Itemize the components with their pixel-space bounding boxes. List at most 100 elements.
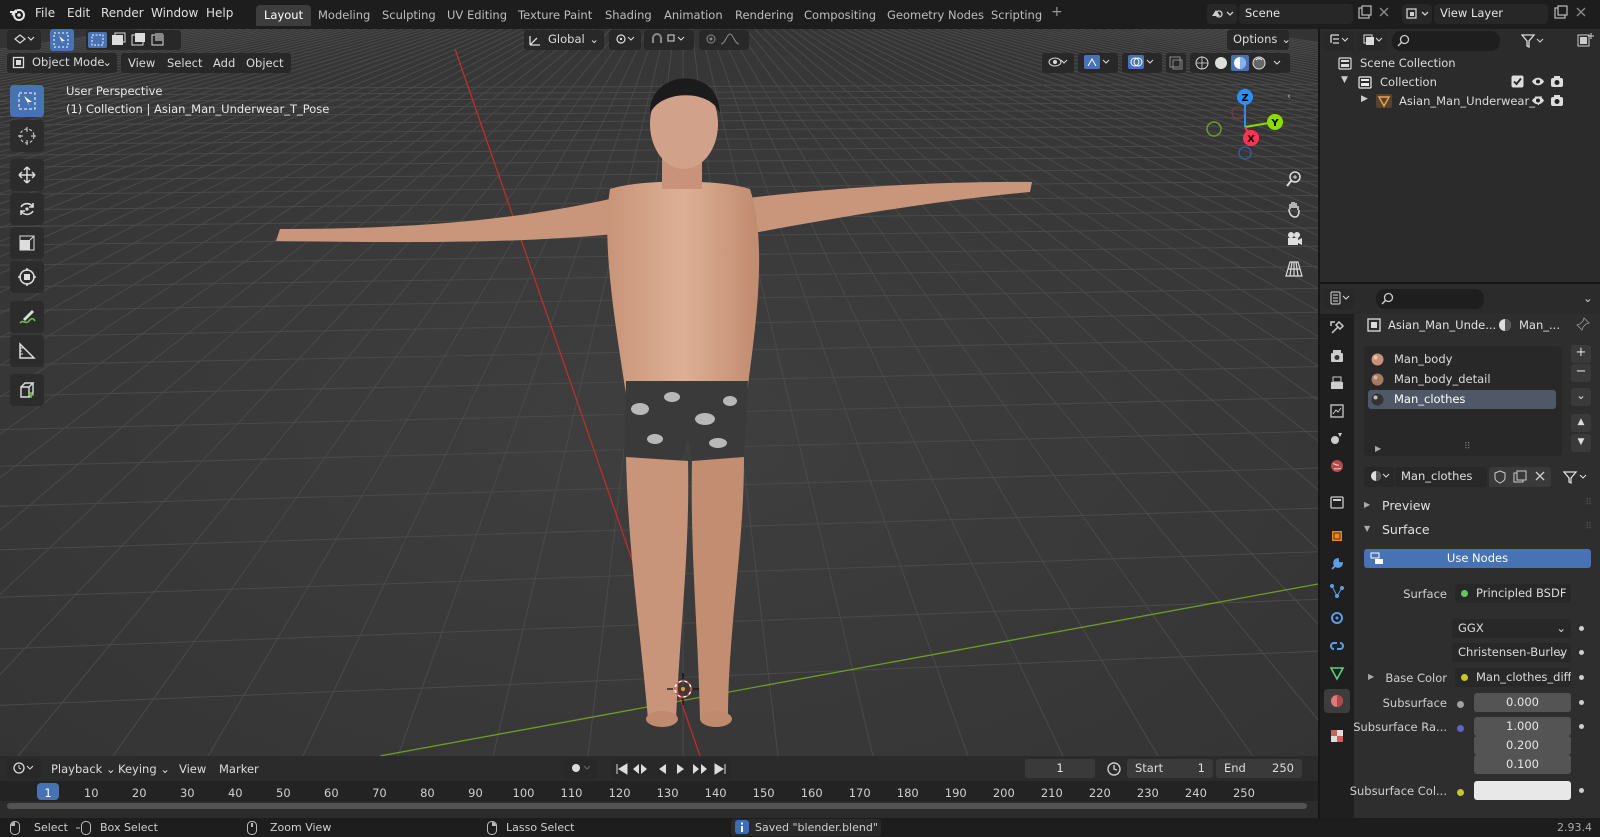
blender-logo-icon[interactable] xyxy=(9,6,27,22)
pin-icon[interactable] xyxy=(1576,317,1590,331)
keyframe-dot[interactable] xyxy=(1579,788,1584,793)
proportional-edit-dropdown[interactable] xyxy=(699,30,749,50)
material-slot-row[interactable]: Man_body xyxy=(1368,350,1556,369)
tab-shading[interactable]: Shading xyxy=(597,5,660,26)
pan-view-icon[interactable] xyxy=(1281,196,1307,222)
scene-name-field[interactable]: Scene xyxy=(1239,4,1353,24)
cursor-tool[interactable] xyxy=(10,120,44,152)
outliner-collection-row[interactable]: ▼ Collection xyxy=(1320,72,1600,92)
tool-tab-icon[interactable] xyxy=(1324,316,1350,340)
drag-handle-icon[interactable]: ⠿ xyxy=(1585,522,1592,532)
playback-controls[interactable] xyxy=(611,759,731,779)
new-collection-icon[interactable] xyxy=(1577,32,1595,48)
properties-editor-type-button[interactable] xyxy=(1324,289,1354,309)
material-slot-row[interactable]: Man_body_detail xyxy=(1368,370,1556,389)
object-tab-icon[interactable] xyxy=(1324,524,1350,548)
auto-keying-toggle[interactable] xyxy=(564,759,598,779)
menu-playback[interactable]: Playback ⌄ xyxy=(51,762,116,776)
view-layer-name-field[interactable]: View Layer xyxy=(1434,4,1548,24)
options-dropdown[interactable]: Options ⌄ xyxy=(1227,30,1291,50)
zoom-view-icon[interactable] xyxy=(1281,166,1307,192)
menu-edit[interactable]: Edit xyxy=(67,6,90,20)
collection-tab-icon[interactable] xyxy=(1324,490,1350,514)
material-tab-icon[interactable] xyxy=(1324,689,1350,713)
camera-render-icon[interactable] xyxy=(1550,75,1564,88)
base-color-field[interactable]: Man_clothes_diffus... xyxy=(1455,668,1571,687)
tab-rendering[interactable]: Rendering xyxy=(727,5,802,26)
tab-texture-paint[interactable]: Texture Paint xyxy=(510,5,600,26)
menu-marker[interactable]: Marker xyxy=(219,762,259,776)
navigation-gizmo[interactable]: Z Y X xyxy=(1200,87,1290,167)
duplicate-material-icon[interactable] xyxy=(1513,470,1527,484)
overlays-toggle[interactable] xyxy=(1122,53,1162,73)
3d-viewport[interactable]: Global ⌄ Options ⌄ Object Mode ⌄ View Sel… xyxy=(0,29,1318,756)
annotate-tool[interactable] xyxy=(10,301,44,333)
keyframe-dot[interactable] xyxy=(1579,700,1584,705)
menu-window[interactable]: Window xyxy=(151,6,198,20)
scene-tab-icon[interactable] xyxy=(1324,426,1350,450)
surface-shader-field[interactable]: Principled BSDF xyxy=(1455,584,1571,603)
measure-tool[interactable] xyxy=(10,335,44,367)
particles-tab-icon[interactable] xyxy=(1324,579,1350,603)
output-tab-icon[interactable] xyxy=(1324,371,1350,395)
menu-add[interactable]: Add xyxy=(213,56,235,70)
menu-timeline-view[interactable]: View xyxy=(179,762,206,776)
new-scene-icon[interactable] xyxy=(1357,5,1373,21)
visibility-dropdown[interactable] xyxy=(1042,53,1074,73)
shading-modes[interactable] xyxy=(1190,53,1290,73)
transform-tool[interactable] xyxy=(10,261,44,293)
tab-layout[interactable]: Layout xyxy=(256,5,312,26)
checkbox-icon[interactable] xyxy=(1511,75,1524,88)
transform-orientation-dropdown[interactable]: Global ⌄ xyxy=(524,30,604,50)
expand-arrow-icon[interactable]: ▼ xyxy=(1341,75,1348,85)
move-tool[interactable] xyxy=(10,159,44,191)
current-frame-field[interactable]: 1 xyxy=(1025,759,1095,778)
mode-dropdown[interactable]: Object Mode ⌄ xyxy=(7,53,117,73)
tab-modeling[interactable]: Modeling xyxy=(310,5,378,26)
keyframe-dot[interactable] xyxy=(1579,724,1584,729)
scale-tool[interactable] xyxy=(10,227,44,259)
collapse-sidebar-icon[interactable]: ‹ xyxy=(1287,91,1291,102)
constraints-tab-icon[interactable] xyxy=(1324,634,1350,658)
drag-handle-icon[interactable]: ⠿ xyxy=(1585,498,1592,508)
end-frame-field[interactable]: End 250 xyxy=(1216,759,1302,778)
outliner-object-row[interactable]: ▶ Asian_Man_Underwear_T xyxy=(1320,91,1600,111)
camera-render-icon[interactable] xyxy=(1550,94,1564,107)
data-tab-icon[interactable] xyxy=(1324,661,1350,685)
new-view-layer-icon[interactable] xyxy=(1553,5,1569,21)
material-link-dropdown[interactable] xyxy=(1563,469,1589,485)
move-slot-up-button[interactable]: ▲ xyxy=(1571,414,1591,432)
pivot-point-dropdown[interactable] xyxy=(609,30,641,50)
expand-arrow-icon[interactable]: ▶ xyxy=(1375,444,1381,453)
tab-animation[interactable]: Animation xyxy=(656,5,731,26)
keyframe-dot[interactable] xyxy=(1579,675,1584,680)
add-cube-tool[interactable] xyxy=(10,374,44,406)
start-frame-field[interactable]: Start 1 xyxy=(1127,759,1213,778)
eye-icon[interactable] xyxy=(1531,76,1545,87)
rotate-tool[interactable] xyxy=(10,193,44,225)
preview-panel-header[interactable]: ▶ Preview ⠿ xyxy=(1364,496,1596,516)
subsurface-method-dropdown[interactable]: Christensen-Burley ⌄ xyxy=(1452,643,1571,662)
menu-select[interactable]: Select xyxy=(167,56,202,70)
add-slot-button[interactable]: + xyxy=(1571,345,1591,363)
view-layer-browse-button[interactable] xyxy=(1402,4,1432,24)
filter-icon[interactable] xyxy=(1521,33,1545,49)
tab-uv-editing[interactable]: UV Editing xyxy=(439,5,515,26)
modifiers-tab-icon[interactable] xyxy=(1324,552,1350,576)
xray-toggle[interactable] xyxy=(1166,53,1186,73)
subsurface-value-field[interactable]: 0.000 xyxy=(1474,693,1571,712)
subsurface-color-swatch[interactable] xyxy=(1474,781,1571,800)
timeline-scrollbar[interactable] xyxy=(7,803,1307,809)
menu-object[interactable]: Object xyxy=(246,56,283,70)
move-slot-down-button[interactable]: ▼ xyxy=(1571,434,1591,452)
menu-help[interactable]: Help xyxy=(206,6,233,20)
world-tab-icon[interactable] xyxy=(1324,454,1350,478)
physics-tab-icon[interactable] xyxy=(1324,606,1350,630)
select-box-tool[interactable] xyxy=(10,85,44,117)
camera-view-icon[interactable] xyxy=(1281,226,1307,252)
perspective-toggle-icon[interactable] xyxy=(1281,256,1307,282)
tab-geometry-nodes[interactable]: Geometry Nodes xyxy=(879,5,992,26)
outliner-editor-type-button[interactable] xyxy=(1324,31,1354,51)
menu-view[interactable]: View xyxy=(128,56,155,70)
material-name-field[interactable]: Man_clothes xyxy=(1395,467,1487,487)
